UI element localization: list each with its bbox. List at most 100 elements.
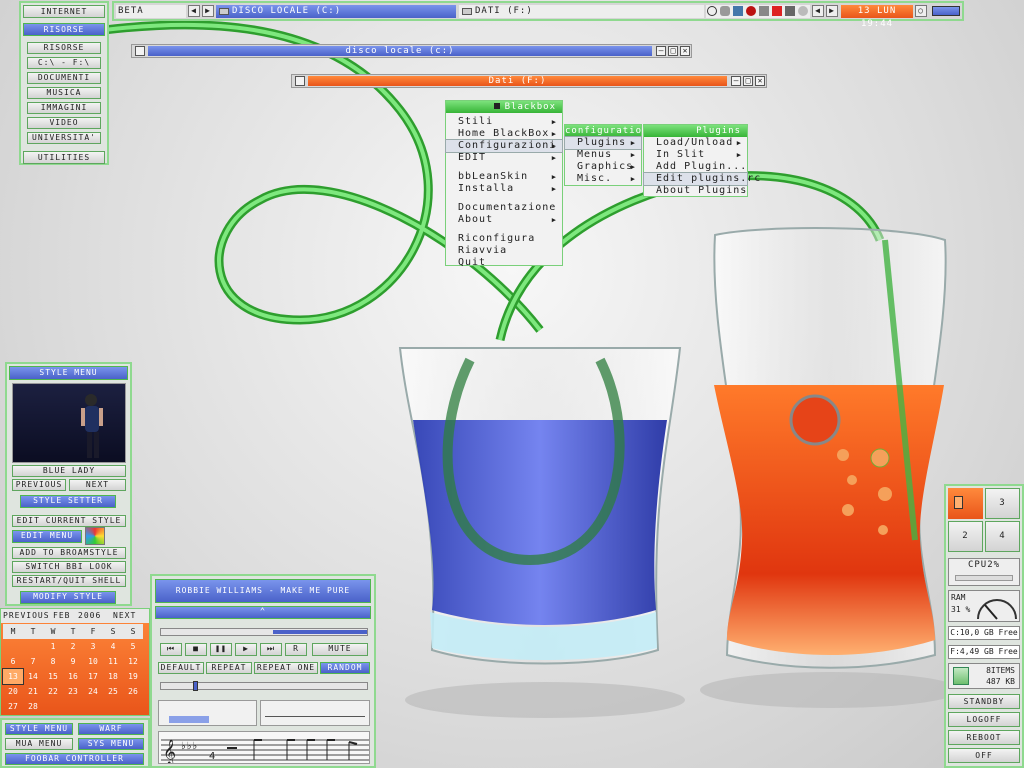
seek-bar[interactable] (160, 628, 368, 636)
window-disco-locale[interactable]: disco locale (c:) – □ ✕ (131, 44, 692, 58)
calendar-day[interactable]: 27 (3, 699, 23, 714)
internet-button[interactable]: INTERNET (23, 5, 105, 18)
calendar-day[interactable]: 22 (43, 684, 63, 699)
calendar-day[interactable] (23, 639, 43, 654)
standby-button[interactable]: STANDBY (948, 694, 1020, 709)
workspace-prev-button[interactable]: ◀ (188, 5, 200, 17)
workspace-4[interactable]: 4 (985, 521, 1020, 552)
calendar-day[interactable]: 7 (23, 654, 43, 669)
collapse-button[interactable]: ⌃ (155, 606, 371, 619)
plugins-item-in-slit[interactable]: In Slit ▶ (644, 149, 747, 161)
drives-button[interactable]: C:\ - F:\ (27, 57, 101, 69)
calendar-day[interactable]: 12 (123, 654, 143, 669)
tray-icon-adobe[interactable] (772, 6, 782, 16)
calendar-day[interactable]: 24 (83, 684, 103, 699)
close-button[interactable]: ✕ (680, 46, 690, 56)
calendar-day[interactable]: 15 (43, 669, 63, 684)
submenu-item-menus[interactable]: Menus ▶ (565, 149, 641, 161)
tray-icon-skull[interactable] (720, 6, 730, 16)
menu-item-home-blackbox[interactable]: Home BlackBox ▶ (446, 128, 562, 140)
calendar-day[interactable] (63, 699, 83, 714)
menu-title[interactable]: Blackbox (446, 101, 562, 113)
workspace-3[interactable]: 3 (985, 488, 1020, 519)
menu-item-quit[interactable]: Quit (446, 257, 562, 269)
calendar-day[interactable]: 20 (3, 684, 23, 699)
style-next-button[interactable]: NEXT (69, 479, 126, 491)
plugins-item-add-plugin[interactable]: Add Plugin... (644, 161, 747, 173)
restart-quit-shell-button[interactable]: RESTART/QUIT SHELL (12, 575, 126, 587)
calendar-day[interactable]: 23 (63, 684, 83, 699)
calendar-day[interactable]: 25 (103, 684, 123, 699)
toolbar-blue-button[interactable] (932, 6, 960, 16)
volume-slider[interactable] (160, 681, 368, 691)
random-button[interactable]: RANDOM (320, 662, 370, 674)
calendar-day[interactable]: 28 (23, 699, 43, 714)
close-button[interactable]: ✕ (755, 76, 765, 86)
calendar-day[interactable]: 5 (123, 639, 143, 654)
plugins-item-about-plugins[interactable]: About Plugins (644, 185, 747, 197)
task-dati[interactable]: DATI (F:) (459, 5, 704, 18)
color-picker-icon[interactable] (85, 527, 105, 545)
window-title[interactable]: disco locale (c:) (148, 46, 652, 56)
menu-item-configurazioni[interactable]: Configurazioni ▶ (445, 139, 563, 153)
window-icon[interactable] (135, 46, 145, 56)
menu-item-riavvia[interactable]: Riavvia (446, 245, 562, 257)
pause-button[interactable]: ❚❚ (210, 643, 232, 656)
menu-item-about[interactable]: About ▶ (446, 214, 562, 226)
tray-icon-globe[interactable] (798, 6, 808, 16)
edit-current-style-button[interactable]: EDIT CURRENT STYLE (12, 515, 126, 527)
documenti-button[interactable]: DOCUMENTI (27, 72, 101, 84)
calendar-day[interactable]: 8 (43, 654, 63, 669)
submenu-title[interactable]: Plugins (644, 125, 747, 137)
tray-icon-messenger[interactable] (759, 6, 769, 16)
plugins-item-load-unload[interactable]: Load/Unload ▶ (644, 137, 747, 149)
plugins-item-edit-plugins-rc[interactable]: Edit plugins.rc (643, 172, 760, 186)
maximize-button[interactable]: □ (743, 76, 753, 86)
calendar-day[interactable]: 26 (123, 684, 143, 699)
submenu-item-misc[interactable]: Misc. ▶ (565, 173, 641, 185)
calendar-day[interactable]: 2 (63, 639, 83, 654)
calendar-day[interactable]: 4 (103, 639, 123, 654)
submenu-item-graphics[interactable]: Graphics ▶ (565, 161, 641, 173)
immagini-button[interactable]: IMMAGINI (27, 102, 101, 114)
tray-icon-volume[interactable] (785, 6, 795, 16)
off-button[interactable]: OFF (948, 748, 1020, 763)
add-to-broamstyle-button[interactable]: ADD TO BROAMSTYLE (12, 547, 126, 559)
prev-track-button[interactable]: ⏮ (160, 643, 182, 656)
style-menu-title[interactable]: STYLE MENU (9, 366, 128, 380)
calendar-day[interactable]: 10 (83, 654, 103, 669)
default-button[interactable]: DEFAULT (158, 662, 204, 674)
calendar-day[interactable]: 19 (123, 669, 143, 684)
calendar-day[interactable] (103, 699, 123, 714)
workspace-next-button[interactable]: ▶ (202, 5, 214, 17)
toolbar-menu-button[interactable]: ○ (915, 5, 927, 17)
workspace-1[interactable] (948, 488, 983, 519)
calendar-prev-button[interactable]: PREVIOUS (3, 610, 50, 622)
edit-menu-button[interactable]: EDIT MENU (12, 530, 82, 543)
modify-style-button[interactable]: MODIFY STYLE (20, 591, 116, 604)
menu-item-edit[interactable]: EDIT ▶ (446, 152, 562, 164)
minimize-button[interactable]: – (731, 76, 741, 86)
menu-item-documentazione[interactable]: Documentazione (446, 202, 562, 214)
utilities-button[interactable]: UTILITIES (23, 151, 105, 164)
universita-button[interactable]: UNIVERSITA' (27, 132, 101, 144)
workspace-label[interactable]: BETA (116, 5, 186, 18)
task-disco-locale[interactable]: DISCO LOCALE (C:) (216, 5, 456, 18)
risorse-header[interactable]: RISORSE (23, 23, 105, 36)
clock[interactable]: 13 LUN 19:44 (841, 5, 913, 29)
calendar-day[interactable]: 18 (103, 669, 123, 684)
play-button[interactable]: ▶ (235, 643, 257, 656)
calendar-day[interactable] (83, 699, 103, 714)
risorse-button[interactable]: RISORSE (27, 42, 101, 54)
volume-slider-handle[interactable] (193, 681, 198, 691)
stop-button[interactable]: ■ (185, 643, 207, 656)
menu-item-stili[interactable]: Stili ▶ (446, 116, 562, 128)
calendar-day[interactable]: 11 (103, 654, 123, 669)
tray-icon-info[interactable] (707, 6, 717, 16)
calendar-day[interactable] (3, 639, 23, 654)
musica-button[interactable]: MUSICA (27, 87, 101, 99)
window-dati[interactable]: Dati (F:) – □ ✕ (291, 74, 767, 88)
calendar-day[interactable]: 14 (23, 669, 43, 684)
sys-menu-button[interactable]: SYS MENU (78, 738, 144, 750)
calendar-day[interactable]: 6 (3, 654, 23, 669)
